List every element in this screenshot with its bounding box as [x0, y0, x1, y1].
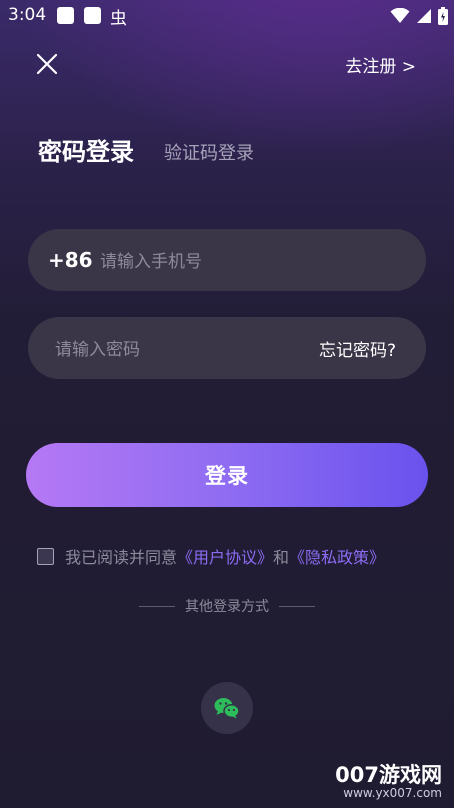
status-bar: 3:04 虫: [0, 0, 454, 32]
register-link[interactable]: 去注册 >: [345, 52, 416, 77]
login-button[interactable]: 登录: [26, 443, 428, 507]
divider-line: [139, 605, 175, 607]
password-input[interactable]: 请输入密码: [55, 335, 285, 361]
agreement-prefix: 我已阅读并同意: [65, 548, 178, 567]
notification-icon: [57, 7, 74, 24]
login-button-label: 登录: [205, 464, 249, 488]
close-button[interactable]: [33, 50, 61, 78]
agreement-checkbox[interactable]: [37, 547, 54, 565]
divider-line: [279, 605, 315, 607]
signal-icon: [417, 9, 431, 23]
agreement-text: 我已阅读并同意《用户协议》和《隐私政策》: [65, 544, 385, 568]
watermark: 007游戏网 www.yx007.com: [335, 764, 442, 800]
phone-field[interactable]: +86 请输入手机号: [28, 229, 426, 291]
tab-code-login[interactable]: 验证码登录: [164, 139, 254, 165]
bug-icon: 虫: [110, 9, 127, 29]
forgot-password-link[interactable]: 忘记密码?: [319, 336, 396, 361]
status-time: 3:04: [8, 5, 47, 25]
notification-icon: [84, 7, 101, 24]
watermark-url: www.yx007.com: [343, 786, 442, 800]
close-icon: [36, 53, 58, 75]
other-login-label: 其他登录方式: [185, 599, 269, 615]
country-code[interactable]: +86: [48, 248, 93, 272]
password-field[interactable]: 请输入密码 忘记密码?: [28, 317, 426, 379]
tab-password-login[interactable]: 密码登录: [38, 132, 134, 167]
phone-input[interactable]: 请输入手机号: [100, 247, 400, 273]
watermark-title: 007游戏网: [335, 763, 442, 787]
wifi-icon: [390, 8, 410, 23]
agreement-row: 我已阅读并同意《用户协议》和《隐私政策》: [37, 544, 385, 568]
other-login-divider: 其他登录方式: [130, 596, 324, 616]
user-agreement-link[interactable]: 《用户协议》: [177, 548, 273, 567]
wechat-icon: [214, 698, 240, 719]
battery-icon: [438, 7, 448, 25]
agreement-conjunction: 和: [273, 548, 290, 567]
privacy-policy-link[interactable]: 《隐私政策》: [289, 548, 385, 567]
status-icons: [390, 5, 448, 27]
wechat-login-button[interactable]: [201, 682, 253, 734]
